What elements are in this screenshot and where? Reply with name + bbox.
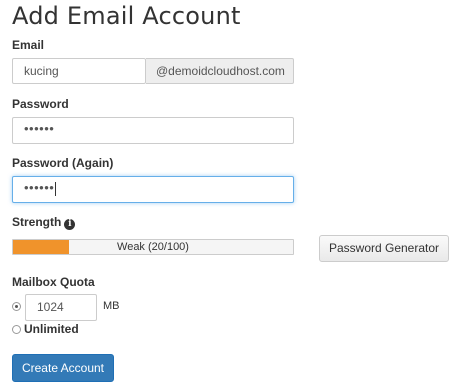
quota-unlimited-radio[interactable]	[12, 325, 21, 334]
quota-value-input[interactable]: 1024	[25, 294, 97, 321]
strength-label: Strength	[12, 215, 62, 229]
quota-unlimited-label[interactable]: Unlimited	[24, 322, 79, 336]
page-title: Add Email Account	[12, 2, 241, 30]
password-generator-button[interactable]: Password Generator	[319, 235, 449, 262]
password-input[interactable]: ••••••	[12, 117, 294, 144]
password-again-value: ••••••	[24, 180, 55, 195]
strength-meter-text: Weak (20/100)	[117, 241, 189, 253]
text-caret	[55, 181, 57, 196]
info-circle-icon[interactable]: i	[64, 219, 76, 230]
password-strength-meter: Weak (20/100)	[12, 239, 294, 255]
email-username-input[interactable]: kucing	[12, 58, 146, 84]
strength-label-row: Strength i	[12, 215, 76, 230]
email-label: Email	[12, 38, 45, 52]
create-account-button[interactable]: Create Account	[12, 354, 114, 382]
quota-limited-radio[interactable]	[12, 302, 21, 311]
password-again-input[interactable]: ••••••	[12, 176, 294, 203]
password-again-label: Password (Again)	[12, 156, 114, 170]
password-label: Password	[12, 97, 69, 111]
quota-unit: MB	[103, 300, 120, 312]
email-domain-suffix: @demoidcloudhost.com	[146, 58, 294, 84]
mailbox-quota-label: Mailbox Quota	[12, 275, 95, 289]
